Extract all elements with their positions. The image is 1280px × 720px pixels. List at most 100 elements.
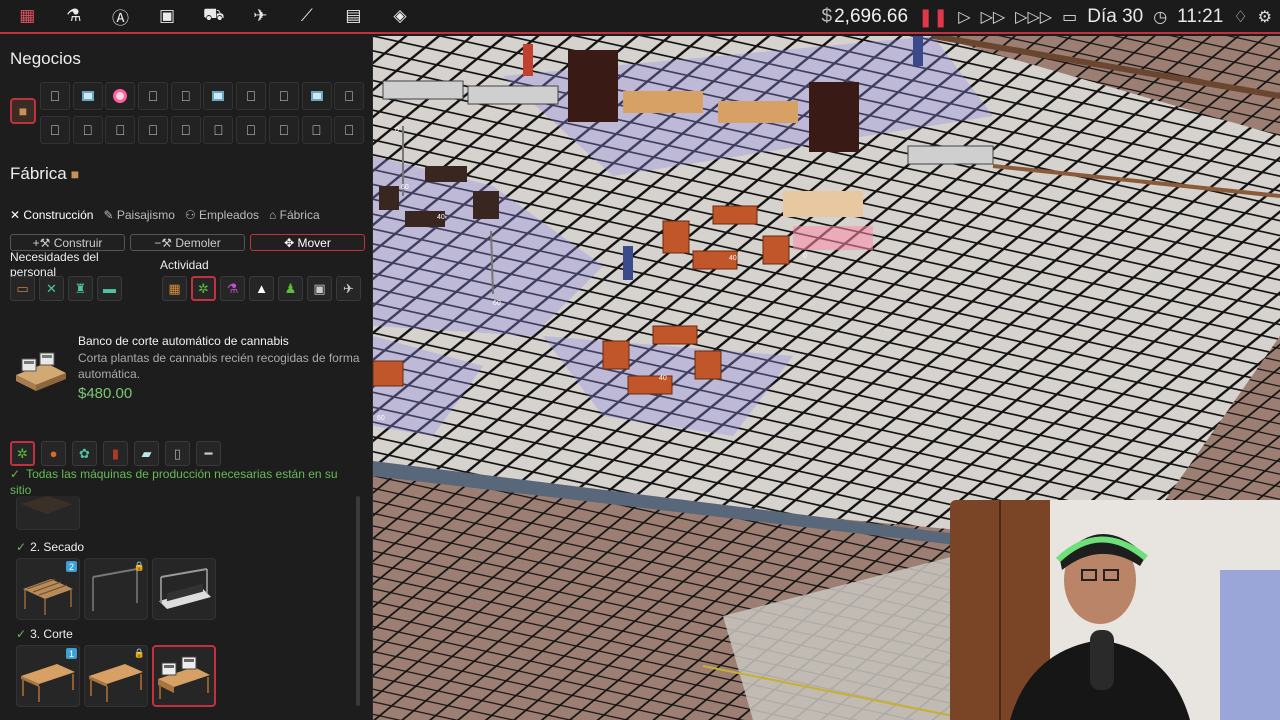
svg-text:40: 40 [729,255,737,262]
business-icon[interactable]: ▦ [4,0,51,33]
settings-icon[interactable]: ⚙ [1258,7,1272,27]
document-icon[interactable]: ▤ [330,0,377,33]
step-drying-label: ✓ 2. Secado [16,540,85,554]
tools-cross-icon[interactable]: ✕ [39,276,64,301]
worker-icon[interactable]: ♟ [278,276,303,301]
build-button[interactable]: +⚒ Construir [10,234,125,251]
plant-category-icon[interactable]: ✿ [72,441,97,466]
panel-category-icon[interactable]: ▰ [134,441,159,466]
tab-construction[interactable]: ✕ Construcción [10,208,93,222]
cannabis-category-icon[interactable]: ✲ [10,441,35,466]
action-buttons: +⚒ Construir −⚒ Demoler ✥ Mover [10,234,365,251]
auto-cutting-bench-image [158,656,210,699]
svg-text:60: 60 [377,415,385,422]
stats-icon[interactable]: ⟋ [284,0,331,33]
grid-icon[interactable]: ▦ [162,276,187,301]
play-button[interactable]: ▷ [958,7,970,27]
business-slot[interactable]: ⎕ [138,82,169,110]
clock-icon: ◷ [1153,9,1168,26]
cutting-bench-thumbnail [16,352,66,391]
pause-button[interactable]: ❚❚ [918,7,948,28]
tab-employees[interactable]: ⚇ Empleados [185,208,259,222]
business-slot[interactable]: ⎕ [203,116,234,144]
box-icon: ■ [70,166,80,182]
auto-cutting-bench-tile[interactable] [152,645,216,707]
door-category-icon[interactable]: ▮ [103,441,128,466]
flask-icon[interactable]: ⚗ [220,276,245,301]
selected-business-box-icon[interactable]: ■ [10,98,36,124]
fastest-button[interactable]: ▷▷▷ [1015,7,1052,27]
business-slot[interactable]: ⎕ [170,82,201,110]
activity-label: Actividad [160,258,209,272]
machine-tile-partial[interactable] [16,496,80,530]
count-badge: 1 [66,648,77,659]
dark-table-image [21,496,73,514]
svg-text:0: 0 [803,253,807,260]
tv-icon[interactable]: ▭ [10,276,35,301]
fast-forward-button[interactable]: ▷▷ [981,7,1006,27]
toilet-icon[interactable]: ♜ [68,276,93,301]
airplane-icon[interactable]: ✈ [237,0,284,33]
tools-icon: ✕ [10,208,21,222]
top-bar: ▦ ⚗ Ⓐ ▣ ⛟ ✈ ⟋ ▤ ◈ $2,696.66 ❚❚ ▷ ▷▷ ▷▷▷ … [0,0,1280,34]
business-slot[interactable] [203,82,234,110]
cutting-table-tile[interactable]: 1 [16,645,80,707]
business-slot[interactable]: ⎕ [105,116,136,144]
canister-category-icon[interactable]: ▯ [165,441,190,466]
check-icon: ✓ [16,540,27,554]
rifle-category-icon[interactable]: ━ [196,441,221,466]
streamer-video [950,500,1280,720]
leaf-category-icon[interactable]: ● [41,441,66,466]
business-slot[interactable]: ⎕ [268,82,299,110]
plane-icon[interactable]: ✈ [336,276,361,301]
bed-icon[interactable]: ▬ [97,276,122,301]
notifications-icon[interactable]: ♢ [1233,7,1247,27]
move-icon: ✥ [284,235,298,250]
count-badge: 2 [66,561,77,572]
business-slot[interactable] [301,82,332,110]
building-icon: ⌂ [269,208,277,222]
business-slot[interactable]: ⎕ [170,116,201,144]
robot-icon[interactable]: ▣ [307,276,332,301]
svg-text:40: 40 [659,375,667,382]
cannabis-icon[interactable]: ✲ [191,276,216,301]
drying-hanger-tile[interactable]: 🔒 [84,558,148,620]
business-slot[interactable]: ⎕ [236,82,267,110]
check-icon: ✓ [10,467,21,481]
marketing-icon[interactable]: Ⓐ [97,0,144,33]
tab-factory[interactable]: ⌂ Fábrica [269,208,320,222]
mountain-icon[interactable]: ▲ [249,276,274,301]
business-slot[interactable]: ⎕ [236,116,267,144]
step-cutting-label: ✓ 3. Corte [16,627,73,641]
demolish-button[interactable]: −⚒ Demoler [130,234,245,251]
business-slot[interactable]: ⎕ [268,116,299,144]
business-slot[interactable] [105,82,136,110]
cutting-table-locked-tile[interactable]: 🔒 [84,645,148,707]
drying-rack-tile[interactable]: 2 [16,558,80,620]
business-slot[interactable]: ⎕ [72,116,103,144]
business-slot[interactable] [72,82,103,110]
business-slot[interactable]: ⎕ [40,82,70,110]
svg-text:40: 40 [437,214,445,221]
business-slot[interactable]: ⎕ [301,116,332,144]
briefcase-icon[interactable]: ▣ [144,0,191,33]
tab-landscaping[interactable]: ✎ Paisajismo [103,208,174,222]
vehicle-icon[interactable]: ⛟ [190,0,237,33]
business-slot[interactable]: ⎕ [138,116,169,144]
machine-category-row: ✲ ● ✿ ▮ ▰ ▯ ━ [10,441,221,466]
money-display: $2,696.66 [821,6,909,27]
demolish-icon: −⚒ [154,235,176,250]
business-slot[interactable]: ⎕ [334,116,365,144]
factory-title: Fábrica ■ [10,164,80,183]
webcam-overlay [950,500,1280,720]
research-icon[interactable]: ⚗ [51,0,98,33]
move-button[interactable]: ✥ Mover [250,234,365,251]
business-slot[interactable]: ⎕ [334,82,365,110]
svg-text:60: 60 [401,184,409,191]
business-slot[interactable]: ⎕ [40,116,70,144]
brush-icon: ✎ [103,208,114,222]
lock-icon: 🔒 [133,648,145,658]
layers-icon[interactable]: ◈ [377,0,424,33]
drying-machine-tile[interactable] [152,558,216,620]
panel-scrollbar[interactable] [356,496,360,706]
